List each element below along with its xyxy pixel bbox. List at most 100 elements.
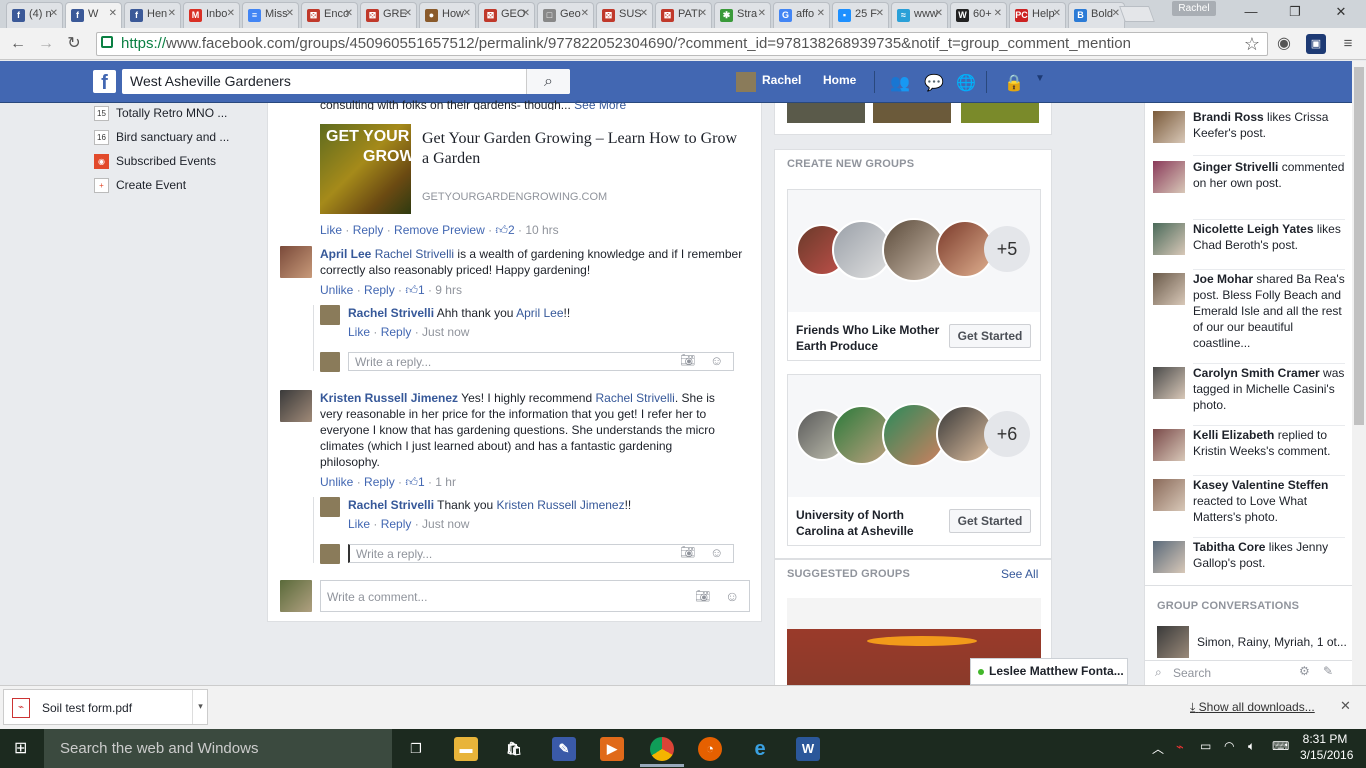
ticker-avatar[interactable]: [1153, 111, 1185, 143]
reply-author[interactable]: Rachel Strivelli: [348, 498, 434, 512]
browser-tab[interactable]: □ Geo ✕: [537, 2, 594, 28]
friend-requests-icon[interactable]: 👥: [890, 73, 910, 92]
browser-tab[interactable]: M Inbo ✕: [183, 2, 240, 28]
windows-start-icon[interactable]: ⊞: [14, 740, 32, 758]
messages-icon[interactable]: 💬: [924, 73, 944, 92]
facebook-search-input[interactable]: West Asheville Gardeners: [122, 69, 570, 94]
volume-icon[interactable]: 🔈︎: [1248, 739, 1255, 754]
file-explorer-icon[interactable]: ▬: [454, 737, 478, 761]
reply-link[interactable]: Reply: [364, 475, 395, 489]
thumbs-up-icon[interactable]: 👍︎: [495, 223, 508, 237]
ticker-item[interactable]: Kasey Valentine Steffen reacted to Love …: [1153, 477, 1349, 525]
get-started-button[interactable]: Get Started: [949, 509, 1031, 533]
tab-close-icon[interactable]: ✕: [168, 8, 176, 19]
reply-avatar[interactable]: [320, 497, 340, 517]
emoji-icon[interactable]: ☺: [710, 545, 723, 560]
page-scrollbar[interactable]: [1352, 61, 1366, 685]
reload-icon[interactable]: ↻: [64, 34, 84, 54]
reply-input[interactable]: Write a reply...: [348, 544, 734, 563]
tab-close-icon[interactable]: ✕: [109, 8, 117, 19]
address-bar[interactable]: https://www.facebook.com/groups/45096055…: [96, 32, 1268, 56]
battery-icon[interactable]: ▭: [1200, 739, 1211, 753]
scrollbar-thumb[interactable]: [1354, 67, 1364, 425]
camera-icon[interactable]: 📷︎: [680, 353, 695, 367]
download-item[interactable]: ⌁ Soil test form.pdf ▾: [3, 689, 208, 725]
wifi-icon[interactable]: ◠: [1224, 739, 1234, 753]
download-menu-icon[interactable]: ▾: [192, 690, 208, 724]
mention-link[interactable]: Rachel Strivelli: [595, 391, 674, 405]
home-link[interactable]: Home: [823, 73, 856, 87]
sidebar-item-subscribed-events[interactable]: ◉ Subscribed Events: [94, 154, 216, 174]
ticker-avatar[interactable]: [1153, 161, 1185, 193]
ticker-name[interactable]: Tabitha Core: [1193, 540, 1265, 554]
browser-tab[interactable]: ⊠ GEO ✕: [478, 2, 535, 28]
mention-link[interactable]: April Lee: [516, 306, 563, 320]
tab-close-icon[interactable]: ✕: [463, 8, 471, 19]
group-photo[interactable]: [961, 103, 1039, 123]
search-icon[interactable]: ⌕: [526, 69, 570, 94]
group-name[interactable]: Friends Who Like Mother Earth Produce: [796, 322, 944, 354]
see-more-link[interactable]: See More: [574, 98, 626, 110]
minimize-icon[interactable]: —: [1236, 2, 1266, 22]
ticker-item[interactable]: Tabitha Core likes Jenny Gallop's post.: [1153, 539, 1349, 573]
like-count[interactable]: 2: [508, 223, 515, 237]
ticker-name[interactable]: Nicolette Leigh Yates: [1193, 222, 1314, 236]
taskbar-search[interactable]: Search the web and Windows: [44, 729, 392, 768]
chat-search-input[interactable]: Search: [1173, 666, 1211, 680]
emoji-icon[interactable]: ☺: [725, 588, 739, 604]
tab-close-icon[interactable]: ✕: [817, 8, 825, 19]
close-downloads-icon[interactable]: ✕: [1340, 698, 1351, 714]
like-link[interactable]: Like: [348, 517, 370, 531]
tab-close-icon[interactable]: ✕: [345, 8, 353, 19]
remove-preview-link[interactable]: Remove Preview: [394, 223, 485, 237]
browser-tab[interactable]: f W ✕: [65, 2, 122, 28]
privacy-lock-icon[interactable]: 🔒: [1004, 73, 1024, 92]
ticker-avatar[interactable]: [1153, 273, 1185, 305]
reply-author[interactable]: Rachel Strivelli: [348, 306, 434, 320]
internet-explorer-icon[interactable]: e: [748, 737, 772, 761]
forward-icon[interactable]: →: [36, 34, 56, 54]
reply-link[interactable]: Reply: [353, 223, 384, 237]
clock[interactable]: 8:31 PM 3/15/2016: [1300, 732, 1353, 762]
tab-close-icon[interactable]: ✕: [404, 8, 412, 19]
emoji-icon[interactable]: ☺: [710, 353, 723, 368]
gear-icon[interactable]: ⚙: [1299, 664, 1310, 678]
facebook-logo-icon[interactable]: f: [93, 70, 116, 94]
browser-tab[interactable]: Gaffo ✕: [773, 2, 830, 28]
see-all-link[interactable]: See All: [1001, 567, 1038, 581]
browser-tab[interactable]: f (4) n ✕: [6, 2, 63, 28]
unlike-link[interactable]: Unlike: [320, 283, 353, 297]
close-window-icon[interactable]: ✕: [1326, 2, 1356, 22]
extension-icon[interactable]: ▣: [1306, 34, 1326, 54]
group-name[interactable]: University of North Carolina at Ashevill…: [796, 507, 944, 539]
ticker-avatar[interactable]: [1153, 223, 1185, 255]
notifications-globe-icon[interactable]: 🌐: [956, 73, 976, 92]
ticker-item[interactable]: Brandi Ross likes Crissa Keefer's post.: [1153, 109, 1349, 143]
like-link[interactable]: Like: [348, 325, 370, 339]
ticker-item[interactable]: Carolyn Smith Cramer was tagged in Miche…: [1153, 365, 1349, 413]
like-count[interactable]: 1: [418, 283, 425, 297]
new-tab-button[interactable]: [1119, 6, 1155, 22]
sidebar-item-bird-sanctuary[interactable]: 16 Bird sanctuary and ...: [94, 130, 229, 150]
tab-close-icon[interactable]: ✕: [1053, 8, 1061, 19]
link-preview-image[interactable]: GET YOUR GROW: [320, 124, 411, 214]
ticker-item[interactable]: Ginger Strivelli commented on her own po…: [1153, 159, 1349, 193]
tab-close-icon[interactable]: ✕: [935, 8, 943, 19]
app-icon[interactable]: ✎: [552, 737, 576, 761]
sidebar-item-create-event[interactable]: + Create Event: [94, 178, 186, 198]
comment-author[interactable]: Kristen Russell Jimenez: [320, 391, 458, 405]
extension-eye-icon[interactable]: ◉: [1274, 34, 1294, 54]
link-preview-title[interactable]: Get Your Garden Growing – Learn How to G…: [422, 129, 742, 169]
bookmark-star-icon[interactable]: ☆: [1242, 34, 1262, 54]
store-icon[interactable]: 🛍︎: [502, 737, 526, 761]
account-dropdown-icon[interactable]: ▼: [1030, 73, 1050, 91]
ticker-item[interactable]: Kelli Elizabeth replied to Kristin Weeks…: [1153, 427, 1349, 461]
chrome-icon[interactable]: [650, 737, 674, 761]
tab-close-icon[interactable]: ✕: [699, 8, 707, 19]
ticker-avatar[interactable]: [1153, 541, 1185, 573]
browser-tab[interactable]: B Bold ✕: [1068, 2, 1125, 28]
ticker-name[interactable]: Kelli Elizabeth: [1193, 428, 1274, 442]
chat-tab[interactable]: Leslee Matthew Fonta...: [970, 658, 1128, 685]
like-link[interactable]: Like: [320, 223, 342, 237]
commenter-avatar[interactable]: [280, 246, 312, 278]
